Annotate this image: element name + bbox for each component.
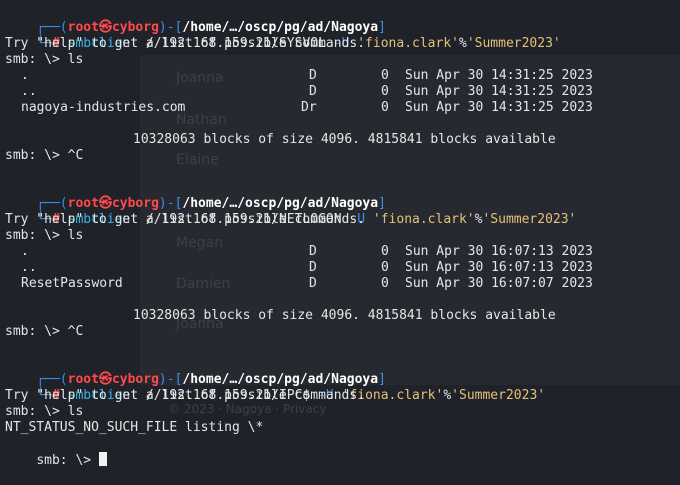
entry-name: nagoya-industries.com: [21, 100, 186, 115]
ghost-name: Megan: [176, 235, 224, 251]
ghost-name: Damien: [176, 276, 231, 292]
entry-name: ResetPassword: [21, 276, 123, 291]
text-cursor: [98, 452, 107, 466]
active-prompt[interactable]: smb: \>: [5, 436, 107, 468]
command-line: └─# smbclient //192.168.159.21/SYSVOL -U…: [36, 36, 561, 51]
entry-attr: Dr: [301, 100, 317, 115]
entry-attr: D: [309, 68, 317, 83]
blocks-available: 10328063 blocks of size 4096. 4815841 bl…: [133, 132, 556, 147]
prompt-line: ┌──(root㉿cyborg)-[/home/…/oscp/pg/ad/Nag…: [36, 20, 386, 35]
entry-size: 0: [381, 68, 389, 83]
exit-prompt: smb: \> ^C: [5, 148, 84, 163]
entry-date: Sun Apr 30 16:07:07 2023: [405, 276, 593, 291]
help-text: Try "help" to get a list of possible com…: [5, 36, 366, 51]
entry-date: Sun Apr 30 14:31:25 2023: [405, 84, 593, 99]
blocks-available: 10328063 blocks of size 4096. 4815841 bl…: [133, 308, 556, 323]
entry-name: ..: [21, 260, 37, 275]
entry-size: 0: [381, 260, 389, 275]
entry-date: Sun Apr 30 16:07:13 2023: [405, 260, 593, 275]
entry-attr: D: [309, 260, 317, 275]
error-message: NT_STATUS_NO_SUCH_FILE listing \*: [5, 420, 264, 435]
entry-name: .: [21, 244, 29, 259]
command-line: └─# smbclient //192.168.159.21/NETLOGON …: [36, 212, 577, 227]
entry-size: 0: [381, 100, 389, 115]
entry-attr: D: [309, 244, 317, 259]
entry-date: Sun Apr 30 14:31:25 2023: [405, 68, 593, 83]
ghost-name: Joanna: [176, 70, 224, 86]
terminal-window[interactable]: Joanna Nathan Elaine Megan Damien Joanna…: [0, 0, 680, 468]
smb-prompt: smb: \> ls: [5, 52, 84, 67]
prompt-line: ┌──(root㉿cyborg)-[/home/…/oscp/pg/ad/Nag…: [36, 372, 386, 387]
help-text: Try "help" to get a list of possible com…: [5, 212, 366, 227]
entry-size: 0: [381, 276, 389, 291]
smb-prompt: smb: \> ls: [5, 228, 84, 243]
entry-attr: D: [309, 276, 317, 291]
exit-prompt: smb: \> ^C: [5, 324, 84, 339]
command-line: └─# smbclient //192.168.159.21/IPC$ -U '…: [36, 388, 546, 403]
entry-date: Sun Apr 30 16:07:13 2023: [405, 244, 593, 259]
ghost-name: Elaine: [176, 152, 219, 168]
entry-date: Sun Apr 30 14:31:25 2023: [405, 100, 593, 115]
entry-size: 0: [381, 244, 389, 259]
entry-size: 0: [381, 84, 389, 99]
entry-name: ..: [21, 84, 37, 99]
entry-attr: D: [309, 84, 317, 99]
smb-prompt: smb: \> ls: [5, 404, 84, 419]
help-text: Try "help" to get a list of possible com…: [5, 388, 366, 403]
prompt-line: ┌──(root㉿cyborg)-[/home/…/oscp/pg/ad/Nag…: [36, 196, 386, 211]
entry-name: .: [21, 68, 29, 83]
